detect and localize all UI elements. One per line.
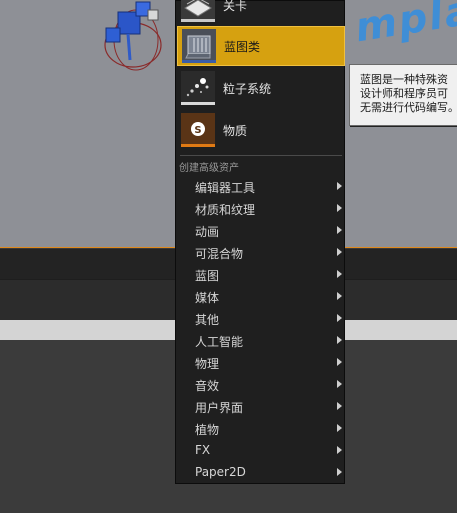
menu-item-material[interactable]: S 物质 — [177, 110, 345, 150]
menu-item-level[interactable]: 关卡 — [177, 0, 345, 25]
submenu-label: 用户界面 — [195, 401, 244, 415]
submenu-label: 编辑器工具 — [195, 181, 256, 195]
submenu-arrow-icon — [337, 424, 342, 432]
submenu-label: FX — [195, 443, 211, 457]
submenu-arrow-icon — [337, 292, 342, 300]
add-new-context-menu: 关卡 蓝图类 粒子系统 S 物质 创建高级资产 编辑器工具 材质和纹理 动画 可… — [175, 0, 345, 484]
submenu-label: 可混合物 — [195, 247, 244, 261]
submenu-label: Paper2D — [195, 465, 246, 479]
submenu-label: 材质和纹理 — [195, 203, 256, 217]
submenu-miscellaneous[interactable]: 其他 — [177, 308, 345, 330]
submenu-arrow-icon — [337, 336, 342, 344]
level-icon — [181, 0, 215, 22]
menu-item-blueprint-class-label: 蓝图类 — [224, 39, 261, 54]
submenu-label: 植物 — [195, 423, 220, 437]
submenu-foliage[interactable]: 植物 — [177, 418, 345, 440]
submenu-arrow-icon — [337, 248, 342, 256]
menu-separator — [180, 155, 342, 156]
actor-gizmo-icon[interactable] — [98, 0, 168, 80]
submenu-label: 动画 — [195, 225, 220, 239]
blueprint-tooltip: 蓝图是一种特殊资 设计师和程序员可 无需进行代码编写。 — [349, 64, 457, 126]
submenu-label: 媒体 — [195, 291, 220, 305]
submenu-arrow-icon — [337, 468, 342, 476]
advanced-assets-header: 创建高级资产 — [179, 163, 239, 174]
submenu-physics[interactable]: 物理 — [177, 352, 345, 374]
tooltip-line: 无需进行代码编写。 — [360, 101, 457, 114]
submenu-materials-textures[interactable]: 材质和纹理 — [177, 198, 345, 220]
submenu-label: 音效 — [195, 379, 220, 393]
submenu-arrow-icon — [337, 446, 342, 454]
submenu-fx[interactable]: FX — [177, 440, 345, 462]
submenu-arrow-icon — [337, 314, 342, 322]
submenu-arrow-icon — [337, 402, 342, 410]
particle-system-icon — [181, 71, 215, 105]
submenu-animation[interactable]: 动画 — [177, 220, 345, 242]
submenu-label: 物理 — [195, 357, 220, 371]
tooltip-line: 蓝图是一种特殊资 — [360, 73, 448, 86]
menu-item-level-label: 关卡 — [223, 0, 248, 13]
submenu-arrow-icon — [337, 380, 342, 388]
submenu-label: 蓝图 — [195, 269, 220, 283]
submenu-arrow-icon — [337, 226, 342, 234]
submenu-arrow-icon — [337, 270, 342, 278]
menu-item-particle-system-label: 粒子系统 — [223, 81, 272, 96]
submenu-blueprints[interactable]: 蓝图 — [177, 264, 345, 286]
material-icon: S — [181, 113, 215, 147]
menu-item-blueprint-class[interactable]: 蓝图类 — [177, 26, 345, 66]
submenu-paper2d[interactable]: Paper2D — [177, 462, 345, 484]
submenu-editor-utilities[interactable]: 编辑器工具 — [177, 176, 345, 198]
viewport-watermark-text: mpla — [352, 0, 457, 52]
submenu-label: 人工智能 — [195, 335, 244, 349]
tooltip-line: 设计师和程序员可 — [360, 87, 448, 100]
submenu-label: 其他 — [195, 313, 220, 327]
submenu-user-interface[interactable]: 用户界面 — [177, 396, 345, 418]
menu-item-material-label: 物质 — [223, 123, 248, 138]
submenu-arrow-icon — [337, 204, 342, 212]
menu-item-particle-system[interactable]: 粒子系统 — [177, 68, 345, 108]
submenu-media[interactable]: 媒体 — [177, 286, 345, 308]
submenu-blendables[interactable]: 可混合物 — [177, 242, 345, 264]
submenu-artificial-intelligence[interactable]: 人工智能 — [177, 330, 345, 352]
submenu-sounds[interactable]: 音效 — [177, 374, 345, 396]
submenu-arrow-icon — [337, 358, 342, 366]
blueprint-class-icon — [182, 29, 216, 63]
submenu-arrow-icon — [337, 182, 342, 190]
svg-text:S: S — [194, 125, 201, 136]
